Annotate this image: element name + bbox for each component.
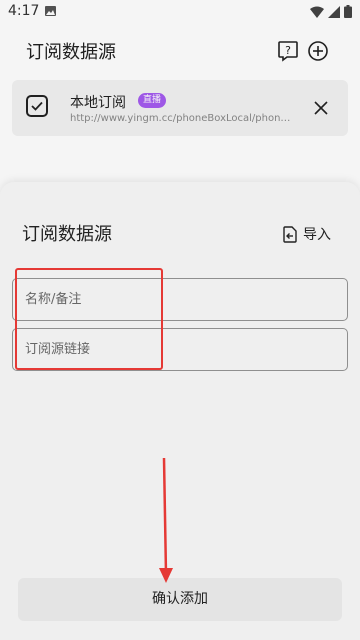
import-button[interactable]: 导入 — [282, 224, 331, 244]
sheet-title: 订阅数据源 — [22, 224, 112, 245]
import-label: 导入 — [303, 227, 331, 243]
import-icon — [283, 225, 297, 243]
annotation-highlight-box — [15, 268, 163, 370]
confirm-add-button[interactable]: 确认添加 — [18, 578, 342, 621]
add-subscription-sheet: 订阅数据源 导入 确认添加 — [0, 182, 360, 640]
